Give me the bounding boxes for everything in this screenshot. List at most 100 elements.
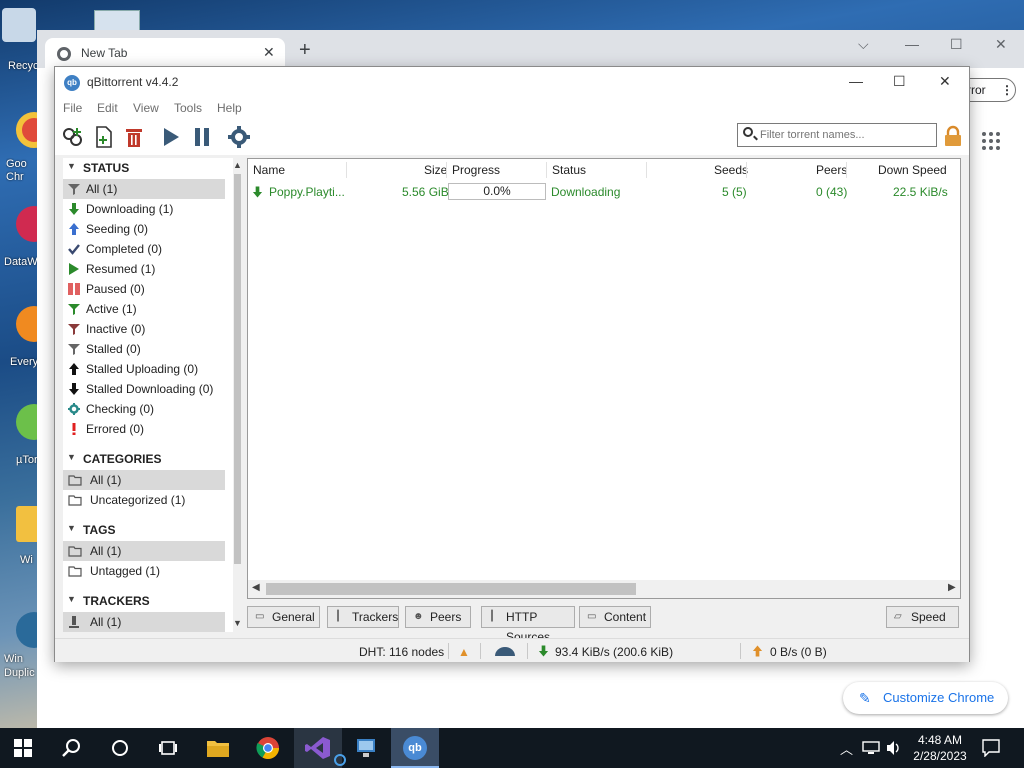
cortana-icon[interactable] [110, 738, 130, 758]
visual-studio-taskbar-button[interactable] [294, 728, 346, 768]
title-bar: qb qBittorrent v4.4.2 — ☐ ✕ [55, 67, 969, 97]
menu-file[interactable]: File [63, 101, 82, 115]
desktop-icon-recycle-bin[interactable]: Recyc [2, 8, 39, 78]
filter-icon [68, 184, 80, 195]
qbittorrent-taskbar-button[interactable]: qb [391, 728, 439, 768]
column-header-progress[interactable]: Progress [452, 163, 500, 177]
task-view-icon[interactable] [158, 738, 178, 758]
tab-content[interactable]: ▭ Content [579, 606, 651, 628]
tags-section-header[interactable]: ▼ TAGS [63, 520, 233, 540]
column-header-name[interactable]: Name [253, 163, 285, 177]
tab-http-sources[interactable]: ┃ HTTP Sources [481, 606, 575, 644]
chrome-tab-strip: New Tab ✕ + ⌵ — ☐ ✕ [37, 30, 1024, 68]
menu-view[interactable]: View [133, 101, 159, 115]
chevron-down-icon[interactable]: ⌵ [858, 36, 869, 53]
close-tab-icon[interactable]: ✕ [263, 44, 275, 61]
status-filter-resumed[interactable]: Resumed (1) [63, 259, 225, 279]
minimize-button[interactable]: — [905, 36, 919, 52]
sidebar-scroll-thumb[interactable] [234, 174, 241, 564]
maximize-button[interactable]: ☐ [893, 73, 906, 90]
status-filter-completed[interactable]: Completed (0) [63, 239, 225, 259]
chrome-icon[interactable] [256, 736, 280, 760]
status-filter-checking[interactable]: Checking (0) [63, 399, 225, 419]
tab-general[interactable]: ▭ General [247, 606, 320, 628]
pause-icon[interactable] [190, 125, 214, 149]
apps-grid-icon[interactable] [982, 132, 1000, 150]
add-torrent-file-icon[interactable] [92, 125, 116, 149]
upload-speed-text[interactable]: 0 B/s (0 B) [770, 645, 827, 659]
desktop-icon-utorrent[interactable]: µTor [2, 404, 52, 474]
status-filter-all[interactable]: All (1) [63, 179, 225, 199]
filter-torrent-box[interactable] [737, 123, 937, 147]
desktop-icon-windows-duplicate[interactable]: Win Duplic [2, 612, 52, 682]
desktop-icon-everything[interactable]: Every [2, 306, 52, 376]
desktop-icon-wi[interactable]: Wi [2, 506, 52, 576]
minimize-button[interactable]: — [849, 73, 863, 89]
file-explorer-icon[interactable] [206, 736, 230, 760]
add-torrent-link-icon[interactable] [61, 125, 85, 149]
close-button[interactable]: ✕ [939, 73, 951, 90]
download-speed-text[interactable]: 93.4 KiB/s (200.6 KiB) [555, 645, 673, 659]
status-filter-paused[interactable]: Paused (0) [63, 279, 225, 299]
collapse-caret-icon: ▼ [67, 161, 76, 171]
desktop-icon-datawrapper[interactable]: DataW [2, 206, 52, 276]
control-panel-icon[interactable] [354, 736, 378, 760]
column-header-down-speed[interactable]: Down Speed [878, 163, 947, 177]
connection-status-icon[interactable]: ▲ [458, 645, 470, 659]
new-tab-button[interactable]: + [299, 40, 311, 60]
desktop-icon-chrome[interactable]: Goo Chr [2, 112, 52, 183]
status-filter-seeding[interactable]: Seeding (0) [63, 219, 225, 239]
sidebar-scrollbar[interactable]: ▲ ▼ [233, 158, 242, 632]
tracker-filter-all[interactable]: All (1) [63, 612, 225, 632]
trackers-section-header[interactable]: ▼ TRACKERS [63, 591, 233, 611]
transfer-list-hscrollbar[interactable]: ◀ ▶ [248, 580, 960, 598]
windows-start-icon[interactable] [14, 739, 32, 757]
server-icon [69, 616, 79, 628]
search-icon[interactable] [62, 738, 82, 758]
menu-edit[interactable]: Edit [97, 101, 118, 115]
scroll-right-arrow-icon[interactable]: ▶ [948, 582, 956, 593]
category-filter-uncategorized[interactable]: Uncategorized (1) [63, 490, 225, 510]
status-filter-downloading[interactable]: Downloading (1) [63, 199, 225, 219]
network-icon[interactable] [862, 741, 880, 755]
menu-help[interactable]: Help [217, 101, 242, 115]
lock-ui-icon[interactable] [943, 125, 963, 147]
categories-section-header[interactable]: ▼ CATEGORIES [63, 449, 233, 469]
tag-filter-untagged[interactable]: Untagged (1) [63, 561, 225, 581]
hscroll-thumb[interactable] [266, 583, 636, 595]
speed-limit-icon[interactable] [493, 645, 517, 657]
status-section-header[interactable]: ▼ STATUS [63, 158, 233, 178]
category-filter-all[interactable]: All (1) [63, 470, 225, 490]
column-header-seeds[interactable]: Seeds [714, 163, 748, 177]
tag-filter-all[interactable]: All (1) [63, 541, 225, 561]
tab-trackers[interactable]: ┃ Trackers [327, 606, 399, 628]
clock[interactable]: 4:48 AM 2/28/2023 [910, 732, 970, 764]
maximize-button[interactable]: ☐ [950, 36, 963, 53]
column-header-status[interactable]: Status [552, 163, 586, 177]
show-hidden-icons-chevron-icon[interactable]: ︿ [840, 739, 853, 758]
delete-trash-icon[interactable] [122, 125, 146, 149]
notifications-icon[interactable] [982, 739, 1000, 757]
scroll-up-arrow-icon[interactable]: ▲ [233, 160, 242, 170]
scroll-left-arrow-icon[interactable]: ◀ [252, 582, 260, 593]
volume-icon[interactable] [886, 740, 902, 756]
close-window-button[interactable]: ✕ [995, 36, 1007, 53]
tab-speed[interactable]: ▱ Speed [886, 606, 959, 628]
menu-tools[interactable]: Tools [174, 101, 202, 115]
tab-peers[interactable]: ☻ Peers [405, 606, 471, 628]
customize-chrome-button[interactable]: ✎ Customize Chrome [843, 682, 1008, 714]
status-filter-errored[interactable]: Errored (0) [63, 419, 225, 439]
status-filter-stalled-uploading[interactable]: Stalled Uploading (0) [63, 359, 225, 379]
column-header-size[interactable]: Size [424, 163, 447, 177]
status-filter-stalled-downloading[interactable]: Stalled Downloading (0) [63, 379, 225, 399]
status-filter-active[interactable]: Active (1) [63, 299, 225, 319]
torrent-row[interactable]: Poppy.Playti... 5.56 GiB 0.0% Downloadin… [248, 181, 960, 203]
status-filter-stalled[interactable]: Stalled (0) [63, 339, 225, 359]
filter-torrent-input[interactable] [760, 127, 930, 143]
scroll-down-arrow-icon[interactable]: ▼ [233, 618, 242, 628]
column-header-peers[interactable]: Peers [816, 163, 847, 177]
chrome-tab-new-tab[interactable]: New Tab ✕ [45, 38, 285, 68]
options-gear-icon[interactable] [227, 125, 251, 149]
resume-play-icon[interactable] [159, 125, 183, 149]
status-filter-inactive[interactable]: Inactive (0) [63, 319, 225, 339]
